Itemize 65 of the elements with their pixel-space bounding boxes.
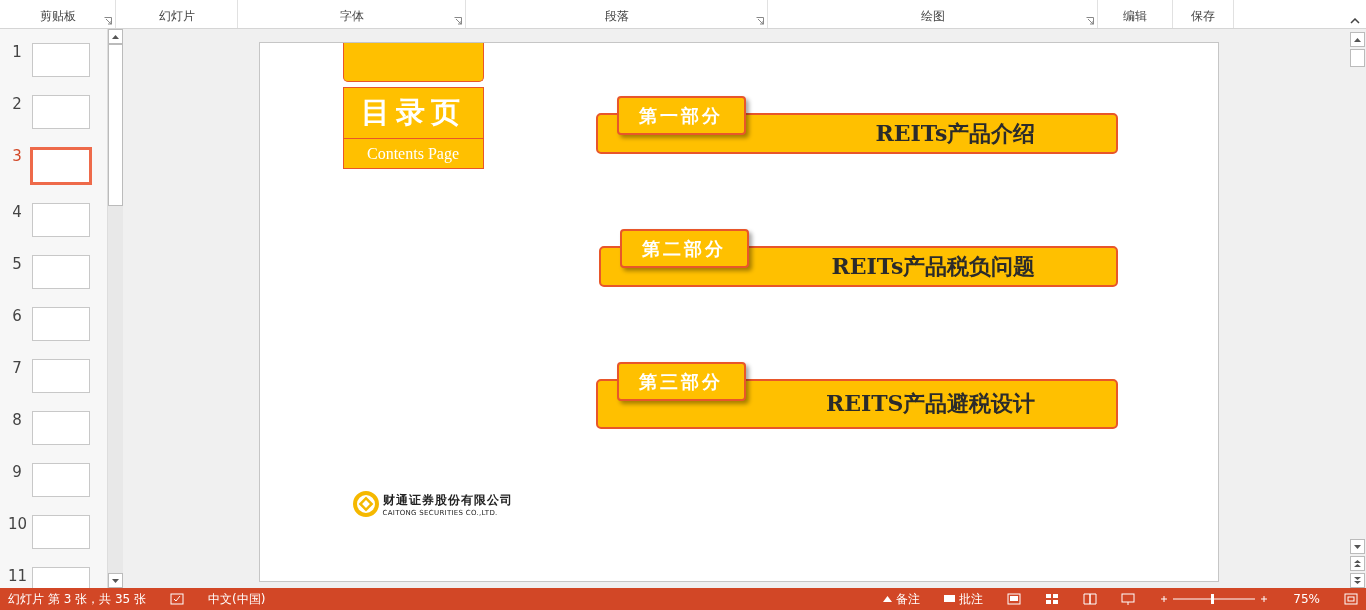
reading-view-icon[interactable] xyxy=(1083,593,1098,605)
ribbon-group-label: 编辑 xyxy=(1123,8,1147,25)
slide-number: 5 xyxy=(11,255,23,273)
scroll-down-button[interactable] xyxy=(1349,539,1365,554)
collapse-ribbon-icon[interactable] xyxy=(1350,18,1360,24)
slide-thumbnail[interactable] xyxy=(32,411,90,445)
slide-thumbnail[interactable] xyxy=(32,203,90,237)
slide-thumbnail[interactable] xyxy=(32,95,90,129)
scroll-up-button[interactable] xyxy=(108,29,123,44)
down-arrow-icon xyxy=(112,578,119,583)
double-up-arrow-icon xyxy=(1353,560,1361,567)
slide-number: 6 xyxy=(11,307,23,325)
zoom-slider-icon[interactable] xyxy=(1159,593,1270,605)
double-down-arrow-icon xyxy=(1353,577,1361,584)
up-arrow-icon xyxy=(883,596,893,602)
logo-icon xyxy=(352,491,379,517)
slide-number: 11 xyxy=(8,567,26,585)
scroll-down-button[interactable] xyxy=(108,573,123,588)
scrollbar-thumb[interactable] xyxy=(108,44,123,206)
comments-button[interactable]: 批注 xyxy=(944,590,984,608)
slide-thumbnail[interactable] xyxy=(32,255,90,289)
slide-thumbnail[interactable] xyxy=(32,359,90,393)
slide-thumbnail[interactable] xyxy=(32,515,90,549)
scroll-up-button[interactable] xyxy=(1349,32,1365,47)
slideshow-icon[interactable] xyxy=(1121,593,1136,605)
slide-number: 3 xyxy=(11,147,23,165)
comment-icon xyxy=(944,594,956,604)
ribbon-group-label: 幻灯片 xyxy=(158,8,195,25)
slide-thumbnail[interactable] xyxy=(32,463,90,497)
ribbon-group-label: 剪贴板 xyxy=(39,8,76,25)
previous-slide-button[interactable] xyxy=(1349,556,1365,571)
slide-number: 2 xyxy=(11,95,23,113)
dialog-launcher-icon[interactable] xyxy=(1086,17,1094,25)
slide-thumbnail[interactable] xyxy=(32,43,90,77)
slide-number: 9 xyxy=(11,463,23,481)
slide-sorter-icon[interactable] xyxy=(1045,593,1060,605)
dialog-launcher-icon[interactable] xyxy=(756,17,764,25)
notes-button[interactable]: 备注 xyxy=(883,590,921,608)
zoom-level[interactable]: 75% xyxy=(1293,592,1320,606)
dialog-launcher-icon[interactable] xyxy=(454,17,462,25)
slide-number: 10 xyxy=(8,515,26,533)
slide-thumbnail[interactable] xyxy=(32,307,90,341)
slide-number: 4 xyxy=(11,203,23,221)
slide-info: 幻灯片 第 3 张，共 35 张 xyxy=(8,590,146,608)
slide-number: 7 xyxy=(11,359,23,377)
next-slide-button[interactable] xyxy=(1349,573,1365,588)
language-label[interactable]: 中文(中国) xyxy=(208,590,266,608)
slide-title: 目录页 xyxy=(343,88,483,139)
ribbon-group-label: 字体 xyxy=(339,8,364,25)
slide-number: 8 xyxy=(11,411,23,429)
spellcheck-icon[interactable] xyxy=(170,593,184,605)
ribbon-group-label: 保存 xyxy=(1191,8,1215,25)
down-arrow-icon xyxy=(1353,544,1361,549)
slide-thumbnail[interactable] xyxy=(30,147,92,185)
dialog-launcher-icon[interactable] xyxy=(104,17,112,25)
normal-view-icon[interactable] xyxy=(1007,593,1022,605)
ribbon-group-label: 段落 xyxy=(604,8,629,25)
slide-number: 1 xyxy=(11,43,23,61)
up-arrow-icon xyxy=(1353,37,1361,42)
ribbon-group-label: 绘图 xyxy=(920,8,945,25)
up-arrow-icon xyxy=(112,34,119,39)
scrollbar-thumb[interactable] xyxy=(1349,49,1365,67)
slide-subtitle: Contents Page xyxy=(366,143,460,165)
fit-slide-icon[interactable] xyxy=(1344,593,1358,605)
company-name: 财通证券股份有限公司 xyxy=(382,491,513,509)
